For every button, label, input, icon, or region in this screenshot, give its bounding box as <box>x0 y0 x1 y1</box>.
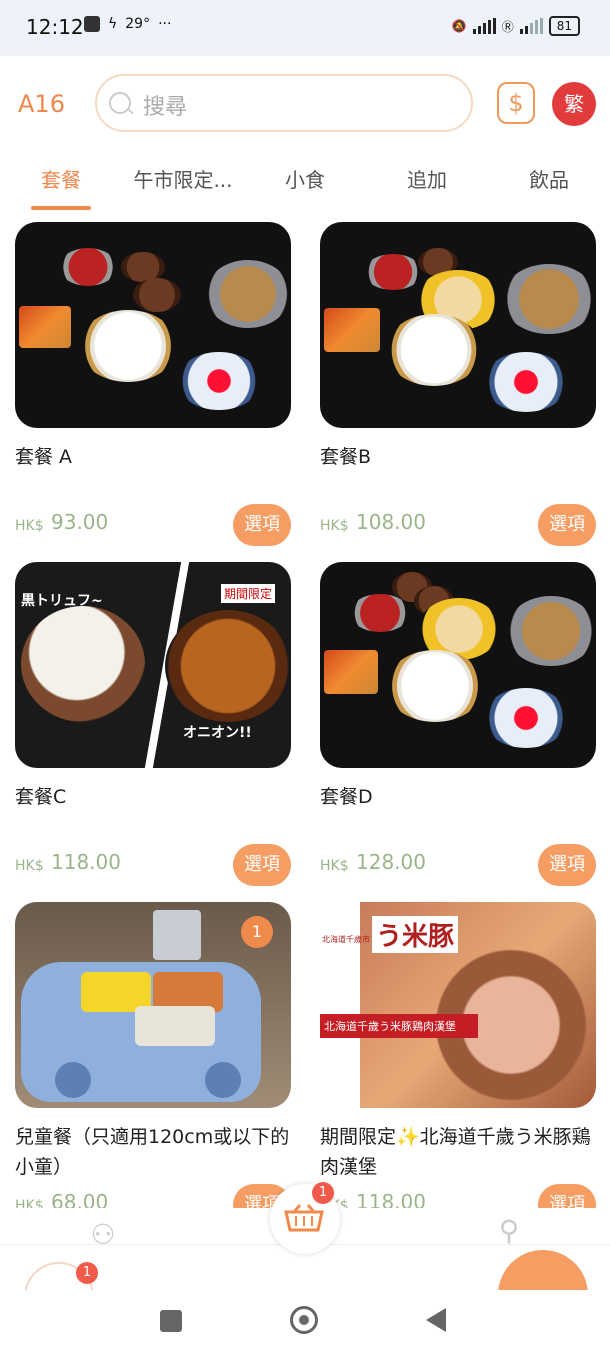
search-icon <box>109 92 131 114</box>
category-tabs: 套餐 午市限定... 小食 追加 飲品 <box>0 152 610 216</box>
item-name: 期間限定✨北海道千歲う米豚鶏肉漢堡 <box>320 1126 591 1178</box>
item-image: 1 <box>15 902 291 1108</box>
tab-drinks[interactable]: 飲品 <box>488 152 610 216</box>
menu-item[interactable]: 套餐 A <box>15 222 291 472</box>
item-image <box>320 562 596 768</box>
item-name: 套餐D <box>320 786 373 808</box>
currency-label: HK$ <box>320 858 349 874</box>
user-icon[interactable]: ⚲ <box>492 1214 526 1248</box>
options-button[interactable]: 選項 <box>538 504 596 546</box>
promo-banner: 北海道千歲う米豚鶏肉漢堡 <box>320 1014 478 1038</box>
item-image <box>320 222 596 428</box>
image-caption: 期間限定 <box>221 584 276 603</box>
currency-label: HK$ <box>15 518 44 534</box>
item-image <box>15 222 291 428</box>
image-caption: オニオン!! <box>183 725 252 741</box>
item-name: 兒童餐（只適用120cm或以下的小童） <box>15 1126 290 1178</box>
item-name: 套餐C <box>15 786 67 808</box>
item-image: う米豚 北海道千歲市 北海道千歲う米豚鶏肉漢堡 <box>320 902 596 1108</box>
currency-label: HK$ <box>15 858 44 874</box>
service-count-badge: 1 <box>76 1262 98 1284</box>
home-icon[interactable] <box>290 1306 318 1334</box>
status-time: 12:12 <box>26 15 84 39</box>
back-icon[interactable] <box>426 1308 446 1332</box>
dollar-icon[interactable]: $ <box>497 82 535 124</box>
language-button[interactable]: 繁 <box>552 82 596 126</box>
item-price: 118.00 <box>51 850 121 874</box>
r-icon: Ⓡ <box>501 19 514 34</box>
item-name: 套餐 A <box>15 446 73 468</box>
menu-item[interactable]: 黒トリュフ~ 期間限定 オニオン!! 套餐C <box>15 562 291 812</box>
brand-subtitle: 北海道千歲市 <box>322 935 370 944</box>
app-notification-icon <box>84 16 100 32</box>
quantity-badge: 1 <box>241 916 273 948</box>
tab-lunch-limited[interactable]: 午市限定... <box>122 152 244 216</box>
options-button[interactable]: 選項 <box>538 844 596 886</box>
status-temp: 29° <box>125 16 151 32</box>
item-image: 黒トリュフ~ 期間限定 オニオン!! <box>15 562 291 768</box>
tab-snacks[interactable]: 小食 <box>244 152 366 216</box>
tab-add-on[interactable]: 追加 <box>366 152 488 216</box>
search-input[interactable]: 搜尋 <box>95 74 473 132</box>
battery-indicator: 81 <box>548 16 580 36</box>
signal-5g-icon <box>472 18 496 34</box>
menu-item[interactable]: 套餐D <box>320 562 596 812</box>
options-button[interactable]: 選項 <box>233 844 291 886</box>
basket-icon <box>284 1204 324 1232</box>
signal-icon <box>519 18 543 34</box>
table-number: A16 <box>18 90 65 118</box>
menu-item[interactable]: う米豚 北海道千歲市 北海道千歲う米豚鶏肉漢堡 期間限定✨北海道千歲う米豚鶏肉漢… <box>320 902 596 1182</box>
tab-set-meal[interactable]: 套餐 <box>0 152 122 216</box>
item-price: 128.00 <box>356 850 426 874</box>
cart-count-badge: 1 <box>312 1182 334 1204</box>
group-icon[interactable]: ⚇ <box>86 1218 120 1252</box>
header: A16 搜尋 $ 繁 <box>0 56 610 152</box>
image-caption: 黒トリュフ~ <box>21 593 103 609</box>
item-price: 108.00 <box>356 510 426 534</box>
flash-icon: ϟ <box>108 16 118 32</box>
item-name: 套餐B <box>320 446 372 468</box>
item-price: 93.00 <box>51 510 109 534</box>
recent-apps-icon[interactable] <box>160 1310 182 1332</box>
more-dots: ··· <box>158 16 172 32</box>
system-nav-bar <box>0 1290 610 1356</box>
search-placeholder: 搜尋 <box>143 95 188 120</box>
menu-item[interactable]: 套餐B <box>320 222 596 472</box>
mute-icon: 🔕 <box>451 19 467 33</box>
brand-logo-text: う米豚 <box>372 916 459 953</box>
currency-label: HK$ <box>320 518 349 534</box>
status-bar: 12:12 ϟ 29° ··· 🔕 Ⓡ 81 <box>0 0 610 56</box>
options-button[interactable]: 選項 <box>233 504 291 546</box>
menu-item[interactable]: 1 兒童餐（只適用120cm或以下的小童） <box>15 902 291 1182</box>
